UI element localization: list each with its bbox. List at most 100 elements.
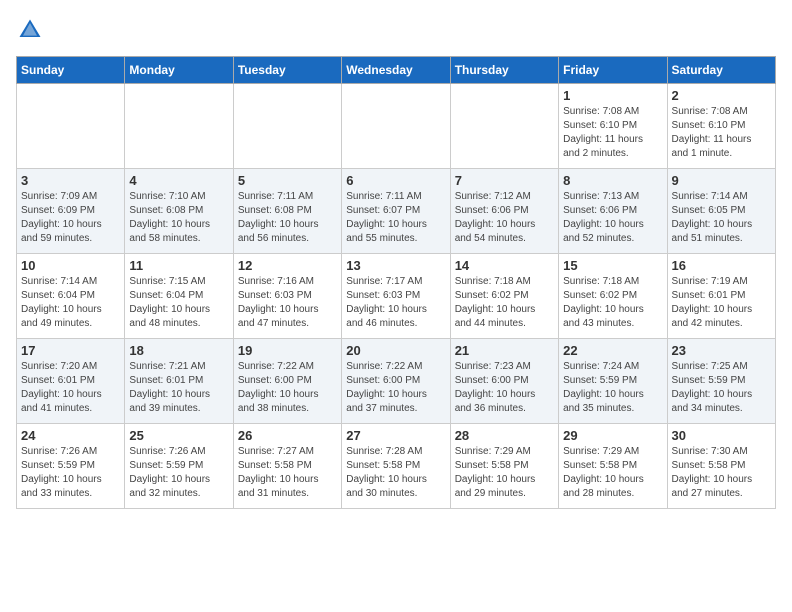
day-cell <box>342 84 450 169</box>
day-cell: 22Sunrise: 7:24 AM Sunset: 5:59 PM Dayli… <box>559 339 667 424</box>
day-info: Sunrise: 7:22 AM Sunset: 6:00 PM Dayligh… <box>238 360 337 416</box>
day-info: Sunrise: 7:27 AM Sunset: 5:58 PM Dayligh… <box>238 445 337 501</box>
week-row-3: 10 Sunrise: 7:14 AM Sunset: 6:04 PM Dayli… <box>17 254 776 339</box>
day-number: 12 <box>238 258 337 273</box>
day-cell <box>233 84 341 169</box>
day-number: 10 <box>21 258 120 273</box>
day-cell <box>125 84 233 169</box>
day-cell: 18Sunrise: 7:21 AM Sunset: 6:01 PM Dayli… <box>125 339 233 424</box>
day-cell: 16 Sunrise: 7:19 AM Sunset: 6:01 PM Dayli… <box>667 254 775 339</box>
day-number: 15 <box>563 258 662 273</box>
day-cell: 15Sunrise: 7:18 AM Sunset: 6:02 PM Dayli… <box>559 254 667 339</box>
day-cell <box>450 84 558 169</box>
day-info: Sunrise: 7:19 AM Sunset: 6:01 PM Dayligh… <box>672 275 771 331</box>
day-number: 14 <box>455 258 554 273</box>
day-info: Sunrise: 7:08 AM Sunset: 6:10 PM Dayligh… <box>563 105 662 161</box>
day-cell: 19 Sunrise: 7:22 AM Sunset: 6:00 PM Dayli… <box>233 339 341 424</box>
day-cell: 23Sunrise: 7:25 AM Sunset: 5:59 PM Dayli… <box>667 339 775 424</box>
day-cell: 25 Sunrise: 7:26 AM Sunset: 5:59 PM Dayli… <box>125 424 233 509</box>
day-cell: 12 Sunrise: 7:16 AM Sunset: 6:03 PM Dayli… <box>233 254 341 339</box>
day-info: Sunrise: 7:29 AM Sunset: 5:58 PM Dayligh… <box>563 445 662 501</box>
day-info: Sunrise: 7:14 AM Sunset: 6:05 PM Dayligh… <box>672 190 771 246</box>
day-info: Sunrise: 7:09 AM Sunset: 6:09 PM Dayligh… <box>21 190 120 246</box>
day-cell: 1 Sunrise: 7:08 AM Sunset: 6:10 PM Daylig… <box>559 84 667 169</box>
day-cell: 11 Sunrise: 7:15 AM Sunset: 6:04 PM Dayli… <box>125 254 233 339</box>
day-info: Sunrise: 7:15 AM Sunset: 6:04 PM Dayligh… <box>129 275 228 331</box>
day-cell: 3 Sunrise: 7:09 AM Sunset: 6:09 PM Daylig… <box>17 169 125 254</box>
day-info: Sunrise: 7:16 AM Sunset: 6:03 PM Dayligh… <box>238 275 337 331</box>
day-number: 11 <box>129 258 228 273</box>
day-cell: 26 Sunrise: 7:27 AM Sunset: 5:58 PM Dayli… <box>233 424 341 509</box>
week-row-2: 3 Sunrise: 7:09 AM Sunset: 6:09 PM Daylig… <box>17 169 776 254</box>
calendar-table: SundayMondayTuesdayWednesdayThursdayFrid… <box>16 56 776 509</box>
weekday-header-sunday: Sunday <box>17 57 125 84</box>
day-info: Sunrise: 7:24 AM Sunset: 5:59 PM Dayligh… <box>563 360 662 416</box>
day-cell: 9 Sunrise: 7:14 AM Sunset: 6:05 PM Daylig… <box>667 169 775 254</box>
day-cell: 10 Sunrise: 7:14 AM Sunset: 6:04 PM Dayli… <box>17 254 125 339</box>
day-info: Sunrise: 7:26 AM Sunset: 5:59 PM Dayligh… <box>129 445 228 501</box>
week-row-4: 17 Sunrise: 7:20 AM Sunset: 6:01 PM Dayli… <box>17 339 776 424</box>
day-number: 17 <box>21 343 120 358</box>
weekday-header-wednesday: Wednesday <box>342 57 450 84</box>
day-cell: 27 Sunrise: 7:28 AM Sunset: 5:58 PM Dayli… <box>342 424 450 509</box>
weekday-header-tuesday: Tuesday <box>233 57 341 84</box>
day-info: Sunrise: 7:14 AM Sunset: 6:04 PM Dayligh… <box>21 275 120 331</box>
day-info: Sunrise: 7:17 AM Sunset: 6:03 PM Dayligh… <box>346 275 445 331</box>
day-cell: 5 Sunrise: 7:11 AM Sunset: 6:08 PM Daylig… <box>233 169 341 254</box>
day-info: Sunrise: 7:28 AM Sunset: 5:58 PM Dayligh… <box>346 445 445 501</box>
day-info: Sunrise: 7:18 AM Sunset: 6:02 PM Dayligh… <box>455 275 554 331</box>
day-number: 25 <box>129 428 228 443</box>
day-cell: 20 Sunrise: 7:22 AM Sunset: 6:00 PM Dayli… <box>342 339 450 424</box>
day-info: Sunrise: 7:08 AM Sunset: 6:10 PM Dayligh… <box>672 105 771 161</box>
day-info: Sunrise: 7:13 AM Sunset: 6:06 PM Dayligh… <box>563 190 662 246</box>
day-number: 9 <box>672 173 771 188</box>
day-number: 28 <box>455 428 554 443</box>
day-number: 7 <box>455 173 554 188</box>
day-number: 5 <box>238 173 337 188</box>
day-number: 29 <box>563 428 662 443</box>
calendar-body: 1 Sunrise: 7:08 AM Sunset: 6:10 PM Daylig… <box>17 84 776 509</box>
day-number: 6 <box>346 173 445 188</box>
logo-icon <box>16 16 44 44</box>
day-number: 8 <box>563 173 662 188</box>
day-info: Sunrise: 7:29 AM Sunset: 5:58 PM Dayligh… <box>455 445 554 501</box>
day-cell: 13 Sunrise: 7:17 AM Sunset: 6:03 PM Dayli… <box>342 254 450 339</box>
day-cell: 8 Sunrise: 7:13 AM Sunset: 6:06 PM Daylig… <box>559 169 667 254</box>
day-cell: 28 Sunrise: 7:29 AM Sunset: 5:58 PM Dayli… <box>450 424 558 509</box>
day-cell: 17 Sunrise: 7:20 AM Sunset: 6:01 PM Dayli… <box>17 339 125 424</box>
day-info: Sunrise: 7:11 AM Sunset: 6:08 PM Dayligh… <box>238 190 337 246</box>
day-cell: 4 Sunrise: 7:10 AM Sunset: 6:08 PM Daylig… <box>125 169 233 254</box>
day-number: 3 <box>21 173 120 188</box>
day-number: 30 <box>672 428 771 443</box>
day-number: 13 <box>346 258 445 273</box>
day-number: 26 <box>238 428 337 443</box>
day-number: 19 <box>238 343 337 358</box>
day-info: Sunrise: 7:22 AM Sunset: 6:00 PM Dayligh… <box>346 360 445 416</box>
weekday-header-monday: Monday <box>125 57 233 84</box>
day-cell: 30Sunrise: 7:30 AM Sunset: 5:58 PM Dayli… <box>667 424 775 509</box>
day-cell: 21Sunrise: 7:23 AM Sunset: 6:00 PM Dayli… <box>450 339 558 424</box>
day-cell: 24 Sunrise: 7:26 AM Sunset: 5:59 PM Dayli… <box>17 424 125 509</box>
day-number: 20 <box>346 343 445 358</box>
day-info: Sunrise: 7:26 AM Sunset: 5:59 PM Dayligh… <box>21 445 120 501</box>
day-number: 27 <box>346 428 445 443</box>
weekday-header-saturday: Saturday <box>667 57 775 84</box>
day-cell: 7Sunrise: 7:12 AM Sunset: 6:06 PM Daylig… <box>450 169 558 254</box>
day-cell: 14 Sunrise: 7:18 AM Sunset: 6:02 PM Dayli… <box>450 254 558 339</box>
day-number: 24 <box>21 428 120 443</box>
week-row-1: 1 Sunrise: 7:08 AM Sunset: 6:10 PM Daylig… <box>17 84 776 169</box>
day-info: Sunrise: 7:20 AM Sunset: 6:01 PM Dayligh… <box>21 360 120 416</box>
day-number: 21 <box>455 343 554 358</box>
day-number: 16 <box>672 258 771 273</box>
weekday-header-friday: Friday <box>559 57 667 84</box>
day-cell: 2 Sunrise: 7:08 AM Sunset: 6:10 PM Daylig… <box>667 84 775 169</box>
day-cell <box>17 84 125 169</box>
day-info: Sunrise: 7:21 AM Sunset: 6:01 PM Dayligh… <box>129 360 228 416</box>
day-info: Sunrise: 7:11 AM Sunset: 6:07 PM Dayligh… <box>346 190 445 246</box>
day-number: 4 <box>129 173 228 188</box>
day-number: 1 <box>563 88 662 103</box>
page-header <box>16 16 776 44</box>
day-number: 2 <box>672 88 771 103</box>
day-info: Sunrise: 7:10 AM Sunset: 6:08 PM Dayligh… <box>129 190 228 246</box>
week-row-5: 24 Sunrise: 7:26 AM Sunset: 5:59 PM Dayli… <box>17 424 776 509</box>
